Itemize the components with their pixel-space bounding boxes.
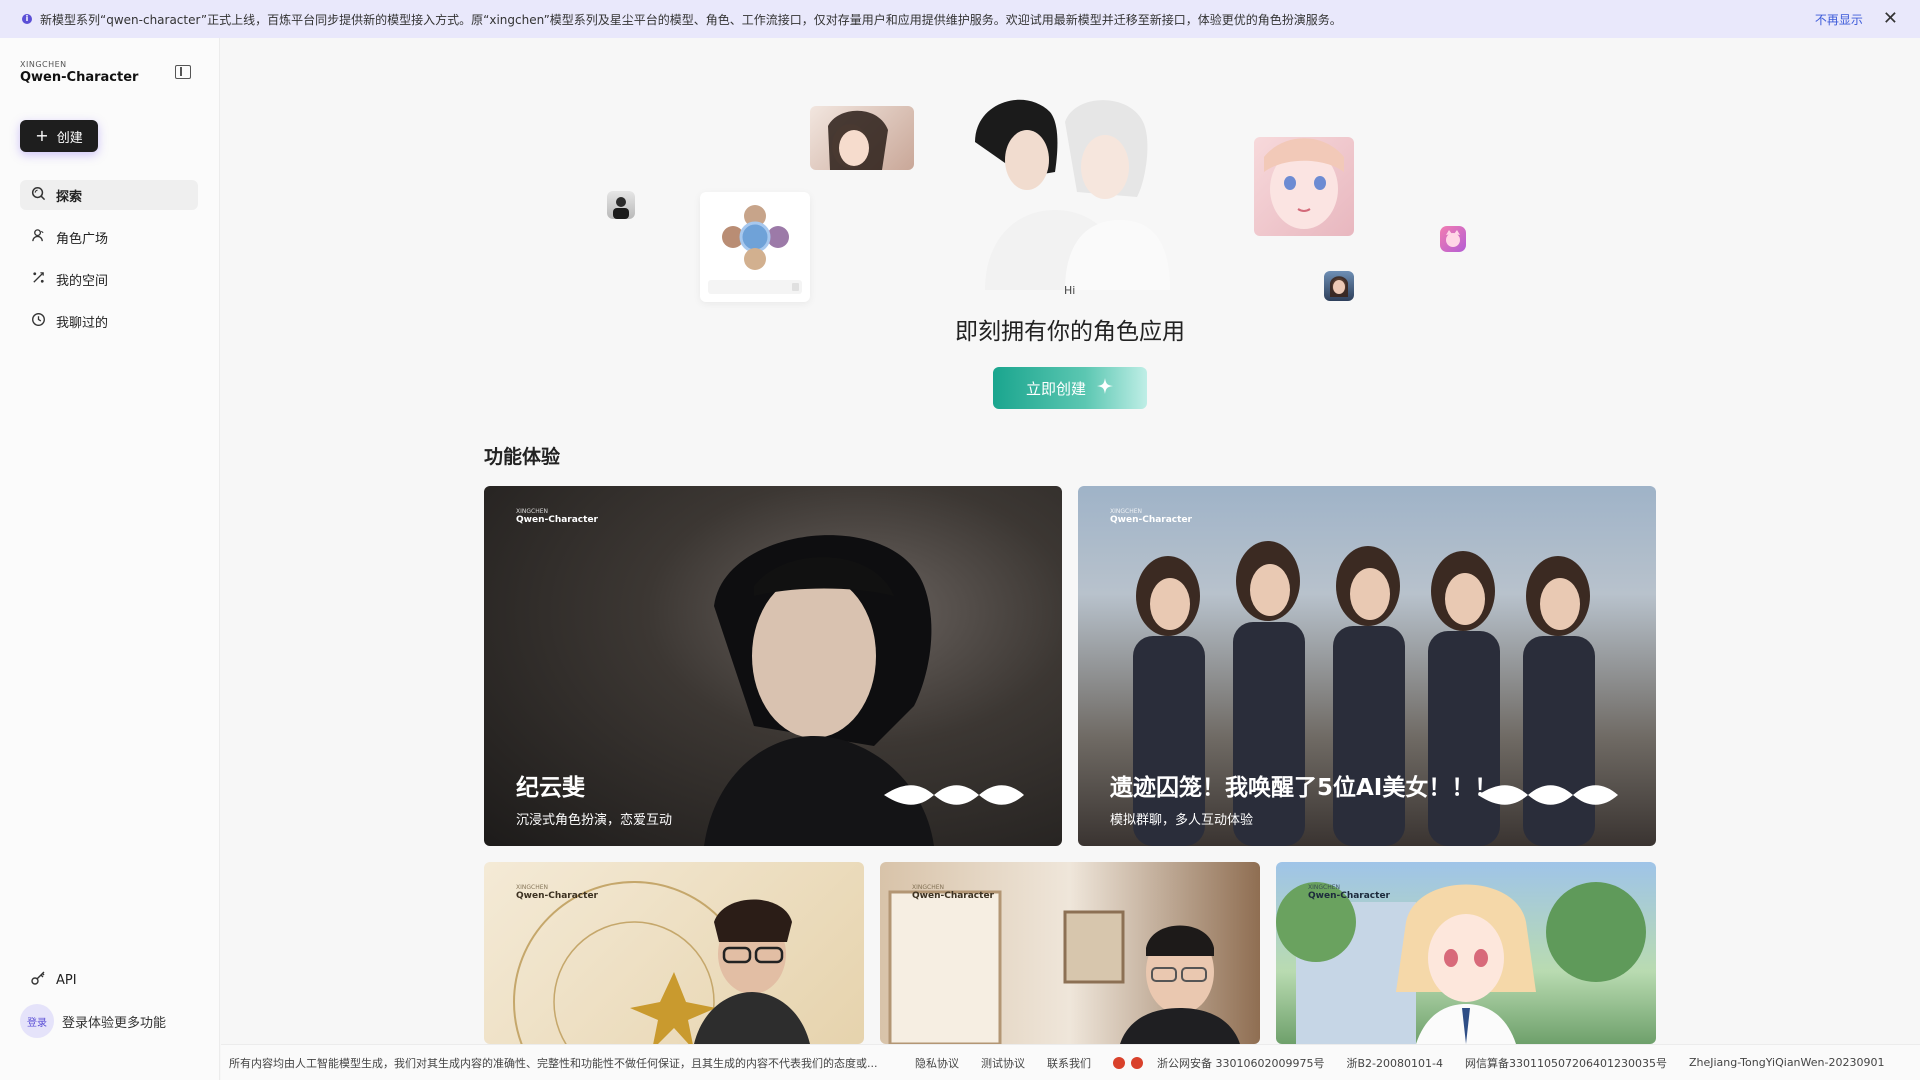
login-text[interactable]: 登录体验更多功能 bbox=[62, 1012, 166, 1031]
notice-bar: i 新模型系列“qwen-character”正式上线，百炼平台同步提供新的模型… bbox=[0, 0, 1920, 38]
card-brand-name: Qwen-Character bbox=[516, 515, 598, 525]
sidebar-item-explore[interactable]: 探索 bbox=[20, 180, 198, 210]
card-brandmark: XINGCHEN Qwen-Character bbox=[516, 508, 598, 525]
footer-police-record[interactable]: 浙公网安备 33010602009975号 bbox=[1157, 1055, 1324, 1071]
character-plaza-icon bbox=[30, 228, 46, 247]
history-icon bbox=[30, 312, 46, 331]
hero-portrait-small bbox=[607, 191, 635, 219]
explore-icon bbox=[30, 186, 46, 205]
features-section-title: 功能体验 bbox=[484, 446, 561, 468]
create-button-label: 创建 bbox=[56, 130, 83, 146]
sidebar-item-my-space[interactable]: 我的空间 bbox=[20, 264, 198, 294]
sidebar-item-label: 我的空间 bbox=[56, 273, 109, 289]
card-brand-name: Qwen-Character bbox=[1308, 891, 1390, 901]
footer-netinfo[interactable]: 网信算备330110507206401230035号 bbox=[1465, 1055, 1667, 1071]
police-emblem-icon bbox=[1113, 1056, 1125, 1069]
footer-contact-link[interactable]: 联系我们 bbox=[1047, 1055, 1091, 1071]
card-brand-sub: XINGCHEN bbox=[1308, 884, 1340, 891]
create-now-button[interactable]: 立即创建 bbox=[993, 367, 1147, 409]
card-brandmark: XINGCHEN Qwen-Character bbox=[1110, 508, 1192, 525]
sidebar-item-history[interactable]: 我聊过的 bbox=[20, 306, 198, 336]
hero-hi-text: Hi bbox=[1064, 284, 1076, 297]
feature-card-astrology[interactable]: XINGCHEN Qwen-Character bbox=[484, 862, 864, 1044]
footer-privacy-link[interactable]: 隐私协议 bbox=[915, 1055, 959, 1071]
footer: 所有内容均由人工智能模型生成，我们对其生成内容的准确性、完整性和功能性不做任何保… bbox=[221, 1044, 1920, 1080]
sidebar-nav: 探索 角色广场 我的空间 我聊过的 bbox=[20, 180, 198, 348]
card-brand-sub: XINGCHEN bbox=[1110, 508, 1142, 515]
sidebar-collapse-icon[interactable] bbox=[175, 65, 191, 79]
card-brandmark: XINGCHEN Qwen-Character bbox=[516, 884, 598, 901]
feature-card-anime[interactable]: XINGCHEN Qwen-Character bbox=[1276, 862, 1656, 1044]
sidebar-item-label: 角色广场 bbox=[56, 231, 109, 247]
brand-name: Qwen-Character bbox=[20, 70, 139, 85]
footer-disclaimer: 所有内容均由人工智能模型生成，我们对其生成内容的准确性、完整性和功能性不做任何保… bbox=[229, 1056, 878, 1070]
sidebar-item-label: 探索 bbox=[56, 189, 83, 205]
hero-portrait-girl-1 bbox=[810, 106, 914, 170]
brand-sub: XINGCHEN bbox=[20, 60, 67, 69]
card-brand-name: Qwen-Character bbox=[516, 891, 598, 901]
api-link[interactable]: API bbox=[30, 970, 77, 990]
login-area[interactable]: 登录 登录体验更多功能 bbox=[20, 1004, 166, 1038]
sidebar-item-character-plaza[interactable]: 角色广场 bbox=[20, 222, 198, 252]
hero-title: 即刻拥有你的角色应用 bbox=[955, 319, 1185, 345]
icp-emblem-icon bbox=[1131, 1056, 1143, 1069]
card-brand-sub: XINGCHEN bbox=[912, 884, 944, 891]
hero-avatar-cat bbox=[1440, 226, 1466, 252]
info-icon: i bbox=[22, 14, 32, 24]
hero-group-avatars-card bbox=[700, 192, 810, 302]
brand-logo[interactable]: XINGCHEN Qwen-Character bbox=[20, 60, 138, 85]
card-brandmark: XINGCHEN Qwen-Character bbox=[912, 884, 994, 901]
wave-decoration-icon bbox=[884, 785, 1024, 805]
hero-portrait-small-2 bbox=[1324, 271, 1354, 301]
card-brandmark: XINGCHEN Qwen-Character bbox=[1308, 884, 1390, 901]
hero-portrait-girl-2 bbox=[1254, 137, 1354, 236]
dont-show-again-link[interactable]: 不再显示 bbox=[1815, 11, 1863, 28]
login-avatar[interactable]: 登录 bbox=[20, 1004, 54, 1038]
feature-card-group-chat[interactable]: XINGCHEN Qwen-Character 遗迹囚笼！我唤醒了5位AI美女！… bbox=[1078, 486, 1656, 846]
hero-main-characters bbox=[955, 82, 1185, 290]
sparkle-icon bbox=[1096, 377, 1114, 399]
plus-icon: + bbox=[35, 126, 49, 145]
card-description: 模拟群聊，多人互动体验 bbox=[1110, 813, 1254, 828]
key-icon bbox=[30, 970, 46, 990]
footer-icp[interactable]: 浙B2-20080101-4 bbox=[1346, 1055, 1442, 1071]
card-description: 沉浸式角色扮演，恋爱互动 bbox=[516, 813, 673, 828]
api-label: API bbox=[56, 972, 77, 988]
card-title: 纪云斐 bbox=[516, 775, 585, 801]
sidebar-item-label: 我聊过的 bbox=[56, 315, 109, 331]
card-brand-name: Qwen-Character bbox=[1110, 515, 1192, 525]
card-brand-sub: XINGCHEN bbox=[516, 508, 548, 515]
notice-message: 新模型系列“qwen-character”正式上线，百炼平台同步提供新的模型接入… bbox=[40, 12, 1342, 27]
card-brand-name: Qwen-Character bbox=[912, 891, 994, 901]
wave-decoration-icon bbox=[1478, 785, 1618, 805]
feature-card-roleplay[interactable]: XINGCHEN Qwen-Character 纪云斐 沉浸式角色扮演，恋爱互动 bbox=[484, 486, 1062, 846]
card-title: 遗迹囚笼！我唤醒了5位AI美女！！！ bbox=[1110, 775, 1498, 801]
close-icon[interactable]: ✕ bbox=[1883, 10, 1898, 28]
footer-test-link[interactable]: 测试协议 bbox=[981, 1055, 1025, 1071]
create-button[interactable]: + 创建 bbox=[20, 120, 98, 152]
sidebar: XINGCHEN Qwen-Character + 创建 探索 角色广场 我的空… bbox=[0, 38, 220, 1080]
card-brand-sub: XINGCHEN bbox=[516, 884, 548, 891]
my-space-icon bbox=[30, 270, 46, 289]
create-now-label: 立即创建 bbox=[1025, 379, 1086, 398]
feature-card-interview[interactable]: XINGCHEN Qwen-Character bbox=[880, 862, 1260, 1044]
footer-model-record[interactable]: ZheJiang-TongYiQianWen-20230901 bbox=[1689, 1056, 1885, 1069]
